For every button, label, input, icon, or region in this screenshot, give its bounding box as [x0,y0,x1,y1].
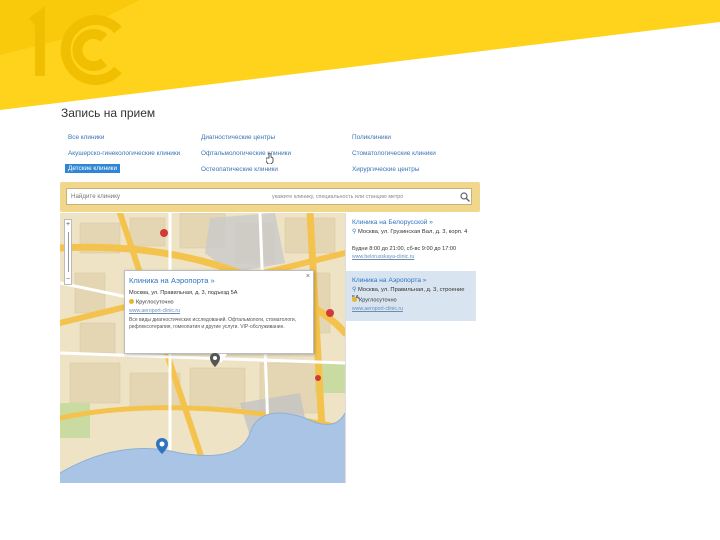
brand-logo-band [0,0,720,110]
clinic-list: Клиника на Белорусской » ⚲ Москва, ул. Г… [345,213,476,483]
clinic-name-link[interactable]: Клиника на Аэропорта » [352,277,426,284]
mouse-cursor-icon [266,153,274,164]
clinic-website-link[interactable]: www.belorusskaya-clinic.ru [352,254,414,260]
category-ophthalmology-clinics[interactable]: Офтальмологические клиники [201,150,291,157]
clinic-search-input[interactable] [66,188,472,205]
popup-address: Москва, ул. Правильная, д. 3, подъезд 5А [129,290,238,296]
category-dental-clinics[interactable]: Стоматологические клиники [352,150,436,157]
presentation-slide: Запись на прием Все клиники Диагностичес… [0,0,720,540]
map-zoom-control: + − [64,219,72,285]
location-pin-icon: ⚲ [352,287,357,293]
clock-icon [129,299,134,304]
clinic-hours: Будни 8:00 до 21:00, сб-вс 9:00 до 17:00 [352,246,457,252]
zoom-out-button[interactable]: − [65,275,71,284]
map-marker-icon[interactable] [210,353,220,367]
category-polyclinics[interactable]: Поликлиники [352,134,391,141]
category-osteopathy-clinics[interactable]: Остеопатические клиники [201,166,278,173]
popup-clinic-name[interactable]: Клиника на Аэропорта » [129,276,215,285]
clinic-list-item[interactable]: Клиника на Аэропорта » ⚲ Москва, ул. Пра… [346,271,476,321]
clinic-name-link[interactable]: Клиника на Белорусской » [352,219,433,226]
popup-hours-text: Круглосуточно [136,299,174,306]
category-obstetrics-clinics[interactable]: Акушерско-гинекологические клиники [68,150,180,157]
clinic-hours: Круглосуточно [352,297,397,304]
popup-website-link[interactable]: www.aeroport-clinic.ru [129,308,180,314]
clinic-address: ⚲ Москва, ул. Грузинская Вал, д. 3, корп… [352,229,472,237]
location-pin-icon: ⚲ [352,229,357,235]
clinic-hours-text: Круглосуточно [359,297,397,304]
search-icon[interactable] [460,192,470,202]
popup-description: Все виды диагностических исследований. О… [129,317,297,330]
category-diagnostic-centers[interactable]: Диагностические центры [201,134,275,141]
map-marker-icon[interactable] [156,438,168,454]
clinic-map-popup: × Клиника на Аэропорта » Москва, ул. Пра… [124,270,314,363]
clinic-list-item[interactable]: Клиника на Белорусской » ⚲ Москва, ул. Г… [346,213,476,263]
category-children-clinics[interactable]: Детские клиники [65,164,121,173]
page-title: Запись на прием [61,106,156,120]
zoom-in-button[interactable]: + [65,220,71,229]
popup-close-button[interactable]: × [306,273,310,280]
search-bar: укажите клинику, специальность или станц… [60,182,480,212]
clinic-website-link[interactable]: www.aeroport-clinic.ru [352,306,403,312]
clock-icon [352,297,357,302]
popup-hours: Круглосуточно [129,299,174,306]
city-map[interactable]: + − × Клиника на Аэропорта » Москва, ул.… [60,213,345,483]
appointment-page: Запись на прием Все клиники Диагностичес… [58,103,482,487]
category-all-clinics[interactable]: Все клиники [68,134,104,141]
clinic-address-text: Москва, ул. Грузинская Вал, д. 3, корп. … [358,229,468,235]
search-hint: укажите клинику, специальность или станц… [272,194,404,200]
category-surgery-centers[interactable]: Хирургические центры [352,166,419,173]
zoom-slider[interactable] [68,232,69,272]
